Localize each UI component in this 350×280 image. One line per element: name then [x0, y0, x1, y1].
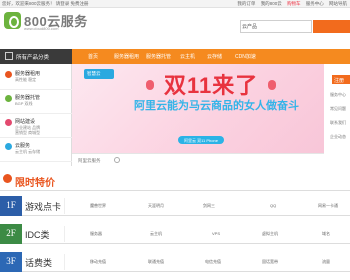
- top-link-service[interactable]: 服务中心: [306, 1, 324, 6]
- top-link-cart[interactable]: 购物车: [287, 1, 301, 6]
- nav-server-rent[interactable]: 服务器租用: [114, 53, 139, 60]
- banner-cta-button[interactable]: 阿里云 双11 Phone: [178, 136, 224, 144]
- section-header: 限时特价: [0, 171, 350, 191]
- sidebar-item-title: 服务器租用: [15, 71, 41, 77]
- logo-icon[interactable]: [4, 12, 21, 29]
- floor-row: 1F 游戏点卡 魔兽世界 天涯明月 剑网三 QQ 网易一卡通: [0, 196, 350, 216]
- floor-link[interactable]: 移动充值: [90, 259, 106, 265]
- top-bar: 您好，欢迎来800云服务！ 请登录 免费注册 我的订单 我的800云 购物车 服…: [0, 0, 350, 8]
- banner-headline: 双11来了: [164, 73, 259, 98]
- sidebar-item-sub: 云主机 云存储: [15, 149, 41, 154]
- floor-link[interactable]: VPS: [212, 231, 220, 236]
- promo-banner[interactable]: 智慧云 双11来了 阿里云能为马云商品的女人做奋斗 阿里云 双11 Phone: [72, 64, 324, 153]
- floor-row: 3F 话费类 移动充值 联通充值 电信充值 固话宽带 流量: [0, 252, 350, 272]
- nav-server-hosting[interactable]: 服务器托管: [146, 53, 171, 60]
- strip-label: 阿里云服务: [78, 158, 101, 163]
- floor-link[interactable]: 网易一卡通: [318, 203, 338, 209]
- nav-home[interactable]: 首页: [88, 53, 98, 60]
- sidebar-item[interactable]: 网站建设 企业建站 品牌 营销型 商城型: [0, 114, 72, 138]
- floor-link[interactable]: 云主机: [150, 231, 162, 237]
- sidebar-item-sub: BGP 双线: [15, 101, 33, 106]
- sidebar-item-sub: 营销型 商城型: [15, 130, 41, 135]
- floor-link[interactable]: 联通充值: [148, 259, 164, 265]
- floor-link[interactable]: 域名: [322, 231, 330, 237]
- nav-cloud-storage[interactable]: 云存储: [207, 53, 222, 60]
- category-menu[interactable]: 所有产品分类: [0, 49, 72, 64]
- sidebar-item[interactable]: 云服务 云主机 云存储: [0, 138, 72, 162]
- server-icon: [5, 71, 12, 78]
- floor-number: 3F: [0, 252, 22, 272]
- top-link-sitemap[interactable]: 网站导航: [329, 1, 347, 6]
- lantern-icon: [146, 80, 154, 90]
- sidebar-item[interactable]: 服务器托管 BGP 双线: [0, 90, 72, 114]
- floor-number: 1F: [0, 196, 22, 216]
- register-button[interactable]: 注册: [332, 75, 350, 84]
- floor-row: 2F IDC类 服务器 云主机 VPS 虚拟主机 域名: [0, 224, 350, 244]
- settings-icon[interactable]: [114, 157, 120, 163]
- floor-link[interactable]: 服务器: [90, 231, 102, 237]
- floor-name[interactable]: IDC类: [25, 226, 65, 242]
- sidebar-item-title: 服务器托管: [15, 95, 41, 101]
- floor-number: 2F: [0, 224, 22, 244]
- menu-icon: [5, 52, 13, 60]
- floor-link[interactable]: QQ: [270, 203, 276, 208]
- right-link[interactable]: 联系我们: [330, 120, 346, 126]
- floor-link[interactable]: 流量: [322, 259, 330, 265]
- nav-cloud-host[interactable]: 云主机: [180, 53, 195, 60]
- sidebar-item-sub: 高性能 稳定: [15, 77, 37, 82]
- right-link[interactable]: 服务中心: [330, 92, 346, 98]
- top-links: 我的订单 我的800云 购物车 服务中心 网站导航: [233, 1, 347, 7]
- cloud-icon: [5, 143, 12, 150]
- floor-link[interactable]: 固话宽带: [262, 259, 278, 265]
- main-nav: 所有产品分类 首页 服务器租用 服务器托管 云主机 云存储 CDN加速: [0, 49, 350, 64]
- right-panel: 注册 服务中心 常见问题 联系我们 企业动态: [324, 64, 350, 166]
- banner-tag: 智慧云: [84, 69, 114, 79]
- logo-url: www.cloud800.com: [24, 26, 59, 31]
- floor-link[interactable]: 虚拟主机: [262, 231, 278, 237]
- floor-link[interactable]: 魔兽世界: [90, 203, 106, 209]
- nav-cdn[interactable]: CDN加速: [235, 53, 256, 60]
- hosting-icon: [5, 95, 12, 102]
- floor-link[interactable]: 电信充值: [205, 259, 221, 265]
- search-input[interactable]: 云产品: [240, 20, 312, 33]
- top-link-account[interactable]: 我的800云: [261, 1, 282, 6]
- sub-strip: 阿里云服务: [72, 153, 324, 166]
- sidebar-item-title: 网站建设: [15, 119, 36, 125]
- banner-subheadline: 阿里云能为马云商品的女人做奋斗: [134, 100, 299, 112]
- lantern-icon: [268, 80, 276, 90]
- floor-link[interactable]: 天涯明月: [148, 203, 164, 209]
- section-title: 限时特价: [15, 178, 55, 189]
- clock-icon: [3, 174, 12, 183]
- sidebar-item[interactable]: 服务器租用 高性能 稳定: [0, 66, 72, 90]
- search-button[interactable]: [313, 20, 350, 33]
- website-icon: [5, 119, 12, 126]
- floor-name[interactable]: 话费类: [25, 254, 65, 270]
- search-category-select[interactable]: 云产品: [242, 23, 257, 30]
- right-link[interactable]: 企业动态: [330, 134, 346, 140]
- floor-link[interactable]: 剑网三: [203, 203, 215, 209]
- category-sidebar: 服务器租用 高性能 稳定 服务器托管 BGP 双线 网站建设 企业建站 品牌 营…: [0, 64, 72, 166]
- floor-name[interactable]: 游戏点卡: [25, 198, 65, 214]
- welcome-text: 您好，欢迎来800云服务！ 请登录 免费注册: [2, 1, 89, 6]
- sidebar-item-title: 云服务: [15, 143, 31, 149]
- right-link[interactable]: 常见问题: [330, 106, 346, 112]
- top-link-orders[interactable]: 我的订单: [237, 1, 255, 6]
- category-menu-label: 所有产品分类: [16, 55, 50, 61]
